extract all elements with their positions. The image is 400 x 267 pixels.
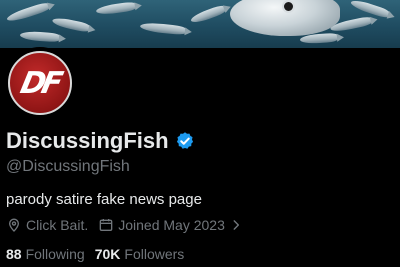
location-text: Click Bait.	[26, 217, 89, 233]
verified-badge-icon[interactable]	[175, 131, 195, 151]
avatar[interactable]: DF	[4, 47, 76, 119]
display-name: DiscussingFish	[6, 128, 169, 153]
calendar-icon	[98, 217, 114, 233]
followers-label: Followers	[124, 246, 185, 262]
joined-item: Joined May 2023	[98, 215, 243, 235]
banner-fish	[19, 30, 61, 43]
joined-text: Joined May 2023	[118, 217, 225, 233]
profile-meta: Click Bait. Joined May 2023	[6, 215, 253, 235]
followers-count: 70K	[94, 246, 121, 262]
profile-handle: @DiscussingFish	[6, 158, 130, 175]
banner-fish	[139, 21, 187, 36]
following-link[interactable]: 88 Following	[6, 244, 85, 264]
banner-fish	[5, 1, 51, 24]
banner-fish-eye	[282, 0, 295, 13]
location-item: Click Bait.	[6, 215, 88, 235]
follow-stats: 88 Following 70K Followers	[6, 244, 194, 264]
following-label: Following	[25, 246, 85, 262]
banner-fish	[189, 4, 227, 25]
avatar-logo: DF	[8, 51, 72, 115]
followers-link[interactable]: 70K Followers	[95, 244, 185, 264]
profile-header: DF DiscussingFish @DiscussingFish parody…	[0, 0, 400, 267]
chevron-right-icon[interactable]	[229, 218, 243, 232]
banner-fish	[51, 16, 91, 33]
profile-banner[interactable]	[0, 0, 400, 48]
following-count: 88	[6, 246, 22, 262]
name-row: DiscussingFish	[6, 128, 195, 154]
profile-bio: parody satire fake news page	[6, 191, 202, 208]
location-pin-icon	[6, 217, 22, 233]
avatar-logo-text: DF	[17, 65, 63, 101]
banner-fish	[95, 1, 137, 16]
